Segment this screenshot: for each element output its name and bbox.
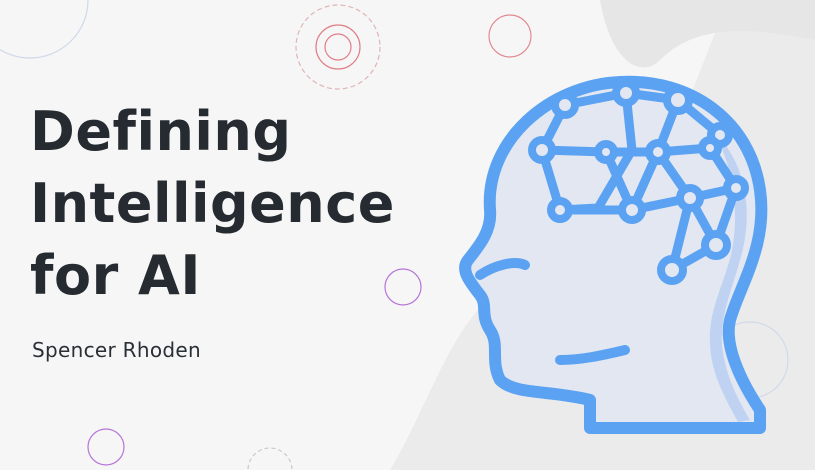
circle-outline-icon [87,428,125,466]
circle-outline-icon [0,0,89,59]
slide-title: Defining Intelligence for AI [30,96,430,312]
title-line-3: for AI [30,244,201,307]
circle-outline-icon [488,14,532,58]
gear-outline-icon [247,447,293,470]
title-line-1: Defining [30,100,292,163]
gear-outline-icon [295,4,381,90]
slide-canvas: Defining Intelligence for AI Spencer Rho… [0,0,815,470]
ai-brain-head-icon [459,75,768,434]
title-line-2: Intelligence [30,172,395,235]
author-name: Spencer Rhoden [32,338,201,362]
